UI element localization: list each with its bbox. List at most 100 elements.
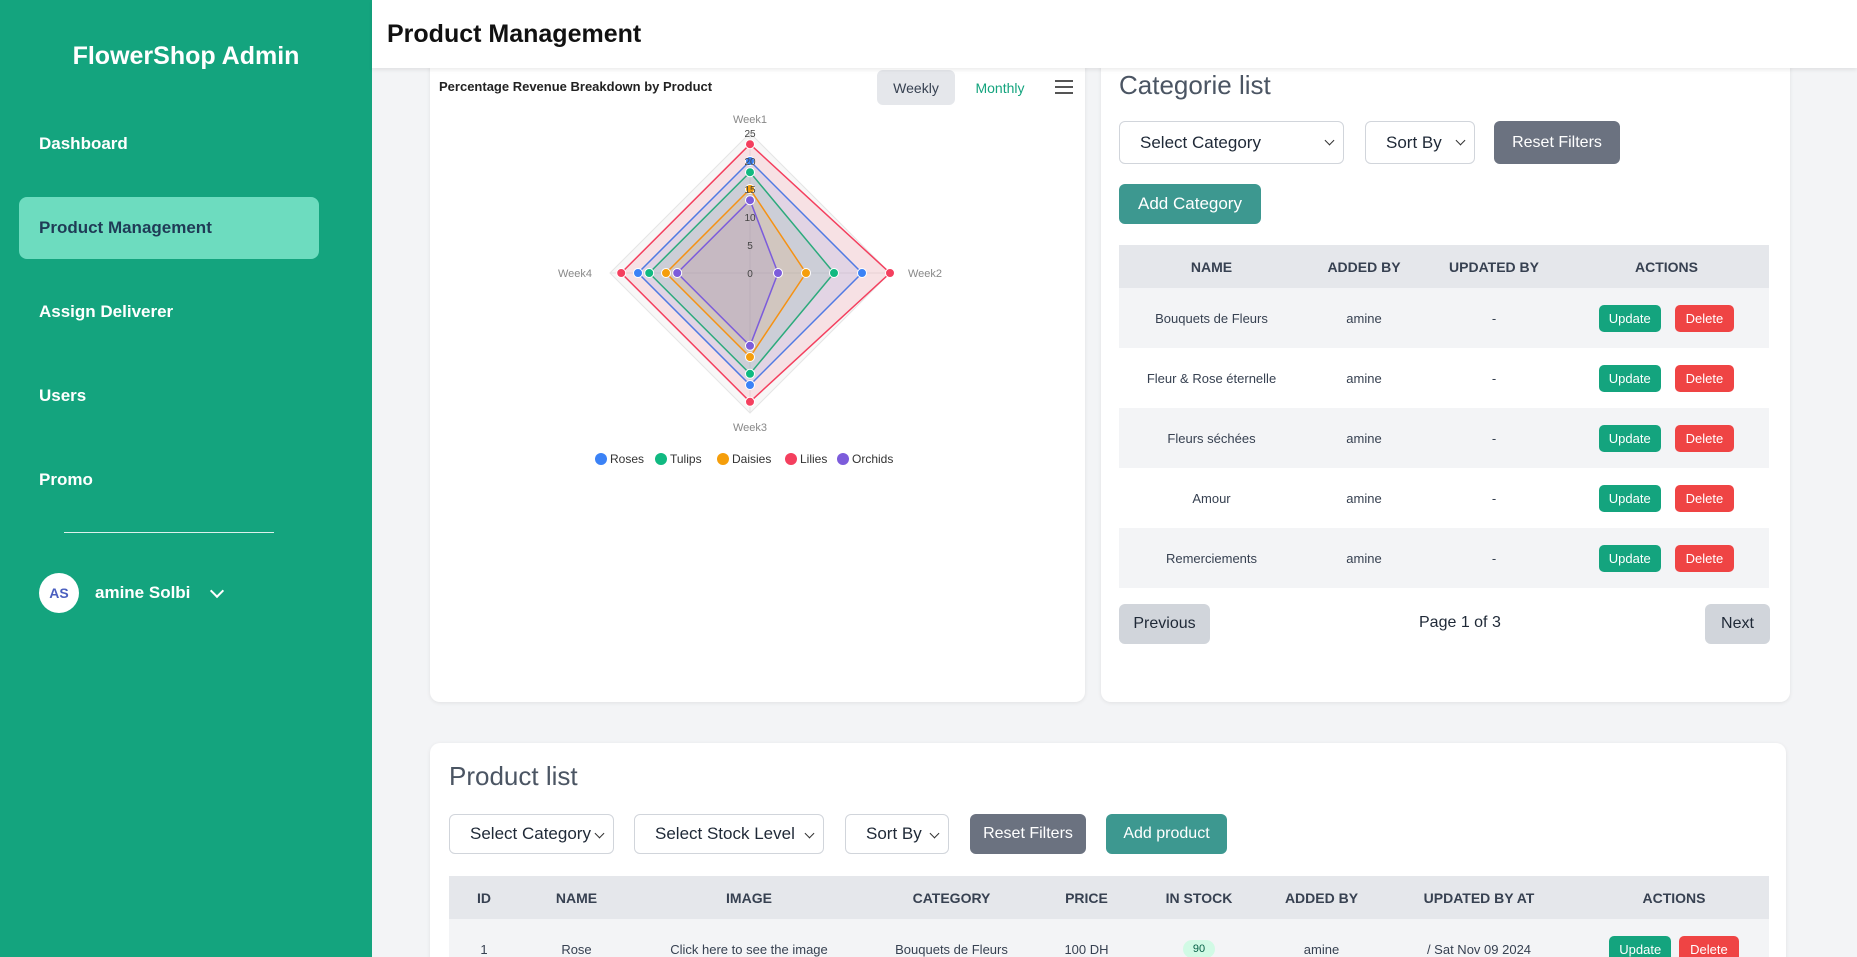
update-button[interactable]: Update bbox=[1598, 424, 1661, 452]
sidebar: FlowerShop Admin Dashboard Product Manag… bbox=[0, 0, 372, 957]
sort-by-select[interactable]: Sort By bbox=[1365, 121, 1475, 164]
radar-point-lilies bbox=[616, 268, 627, 278]
added-by: amine bbox=[1304, 528, 1424, 588]
update-button[interactable]: Update bbox=[1598, 364, 1661, 392]
previous-page-button[interactable]: Previous bbox=[1119, 604, 1210, 644]
added-by: amine bbox=[1346, 370, 1382, 386]
row-actions: Update Delete bbox=[1579, 919, 1769, 957]
product-image-link[interactable]: Click here to see the image bbox=[634, 919, 864, 957]
sidebar-item-label: Users bbox=[39, 386, 87, 405]
add-category-button[interactable]: Add Category bbox=[1119, 184, 1261, 224]
product-list-card: Product list Select Category Select Stoc… bbox=[430, 743, 1786, 957]
delete-button[interactable]: Delete bbox=[1674, 304, 1735, 332]
revenue-chart-card: Percentage Revenue Breakdown by Product … bbox=[430, 52, 1085, 702]
product-updated: / Sat Nov 09 2024 bbox=[1379, 919, 1579, 957]
product-section-title: Product list bbox=[449, 761, 578, 791]
legend-swatch bbox=[717, 453, 729, 465]
radar-tick-label: 20 bbox=[744, 157, 756, 168]
radar-point-tulips bbox=[829, 268, 839, 278]
sidebar-item-promo[interactable]: Promo bbox=[19, 449, 319, 511]
column-header: NAME bbox=[1119, 245, 1304, 288]
radar-category-label: Week2 bbox=[908, 268, 942, 280]
radar-tick-label: 0 bbox=[747, 269, 753, 280]
update-button[interactable]: Update bbox=[1598, 304, 1661, 332]
radar-point-tulips bbox=[644, 268, 655, 278]
legend-label: Tulips bbox=[670, 452, 702, 466]
updated-by: - bbox=[1424, 288, 1564, 348]
next-page-button[interactable]: Next bbox=[1705, 604, 1770, 644]
column-header: ACTIONS bbox=[1564, 245, 1769, 288]
legend-label: Orchids bbox=[852, 452, 893, 466]
update-button[interactable]: Update bbox=[1598, 544, 1661, 572]
legend-label: Roses bbox=[610, 452, 644, 466]
table-row: Bouquets de Fleurs amine - Update Delete bbox=[1119, 288, 1769, 348]
update-button[interactable]: Update bbox=[1598, 484, 1661, 512]
product-category-select[interactable]: Select Category bbox=[449, 814, 614, 854]
added-by: amine bbox=[1304, 408, 1424, 468]
brand-title: FlowerShop Admin bbox=[72, 42, 300, 70]
column-header: ADDED BY bbox=[1304, 245, 1424, 288]
category-table: NAME ADDED BY UPDATED BY ACTIONS Bouquet… bbox=[1119, 245, 1769, 588]
column-header: ACTIONS bbox=[1579, 876, 1769, 919]
radar-point-lilies bbox=[745, 396, 755, 407]
delete-button[interactable]: Delete bbox=[1674, 544, 1735, 572]
delete-button[interactable]: Delete bbox=[1679, 935, 1739, 957]
product-added-by: amine bbox=[1264, 919, 1379, 957]
radar-point-orchids bbox=[672, 268, 683, 278]
sidebar-item-users[interactable]: Users bbox=[19, 365, 319, 427]
column-header: IMAGE bbox=[634, 876, 864, 919]
page-title: Product Management bbox=[387, 20, 642, 48]
update-button[interactable]: Update bbox=[1609, 935, 1672, 957]
reset-filters-button[interactable]: Reset Filters bbox=[1494, 121, 1620, 164]
radar-point-tulips bbox=[745, 167, 755, 178]
sidebar-item-label: Promo bbox=[39, 470, 93, 489]
sidebar-item-assign-deliverer[interactable]: Assign Deliverer bbox=[19, 281, 319, 343]
radar-tick-label: 25 bbox=[744, 129, 756, 140]
product-category: Bouquets de Fleurs bbox=[864, 919, 1039, 957]
sort-by-value: Sort By bbox=[1386, 132, 1442, 152]
radar-point-roses bbox=[857, 268, 867, 278]
user-name: amine Solbi bbox=[95, 583, 191, 602]
radar-point-daisies bbox=[661, 268, 671, 278]
column-header: PRICE bbox=[1039, 876, 1134, 919]
category-name: Amour bbox=[1192, 490, 1231, 506]
radar-point-orchids bbox=[745, 195, 755, 206]
row-actions: Update Delete bbox=[1564, 408, 1769, 468]
product-sort-select[interactable]: Sort By bbox=[845, 814, 949, 854]
radar-category-label: Week3 bbox=[733, 422, 767, 434]
category-list-card: Categorie list Select Category Sort By R… bbox=[1101, 52, 1790, 702]
radar-point-daisies bbox=[745, 352, 755, 362]
row-actions: Update Delete bbox=[1564, 348, 1769, 408]
sidebar-item-dashboard[interactable]: Dashboard bbox=[19, 113, 319, 175]
column-header: NAME bbox=[519, 876, 634, 919]
radar-point-tulips bbox=[745, 368, 755, 379]
chevron-down-icon bbox=[1455, 135, 1466, 146]
user-menu[interactable]: AS amine Solbi bbox=[39, 573, 225, 613]
delete-button[interactable]: Delete bbox=[1674, 484, 1735, 512]
sidebar-item-label: Assign Deliverer bbox=[39, 302, 174, 321]
product-id: 1 bbox=[449, 919, 519, 957]
product-name: Rose bbox=[519, 919, 634, 957]
chevron-down-icon[interactable] bbox=[210, 583, 225, 598]
stock-level-select[interactable]: Select Stock Level bbox=[634, 814, 824, 854]
category-name: Remerciements bbox=[1119, 528, 1304, 588]
legend-label: Lilies bbox=[800, 452, 827, 466]
legend-swatch bbox=[595, 453, 607, 465]
table-row: Fleur & Rose éternelle amine - Update Del… bbox=[1119, 348, 1769, 408]
added-by: amine bbox=[1304, 288, 1424, 348]
add-product-button[interactable]: Add product bbox=[1106, 814, 1227, 854]
radar-tick-label: 10 bbox=[744, 213, 756, 224]
category-select[interactable]: Select Category bbox=[1119, 121, 1344, 164]
sidebar-item-product-management[interactable]: Product Management bbox=[19, 197, 319, 259]
product-stock: 90 bbox=[1134, 919, 1264, 957]
legend-swatch bbox=[785, 453, 797, 465]
product-reset-filters-button[interactable]: Reset Filters bbox=[970, 814, 1086, 854]
updated-by: - bbox=[1424, 408, 1564, 468]
category-name: Bouquets de Fleurs bbox=[1119, 288, 1304, 348]
row-actions: Update Delete bbox=[1564, 528, 1769, 588]
product-price: 100 DH bbox=[1039, 919, 1134, 957]
delete-button[interactable]: Delete bbox=[1674, 424, 1735, 452]
radar-point-orchids bbox=[745, 340, 755, 351]
column-header: CATEGORY bbox=[864, 876, 1039, 919]
delete-button[interactable]: Delete bbox=[1674, 364, 1735, 392]
